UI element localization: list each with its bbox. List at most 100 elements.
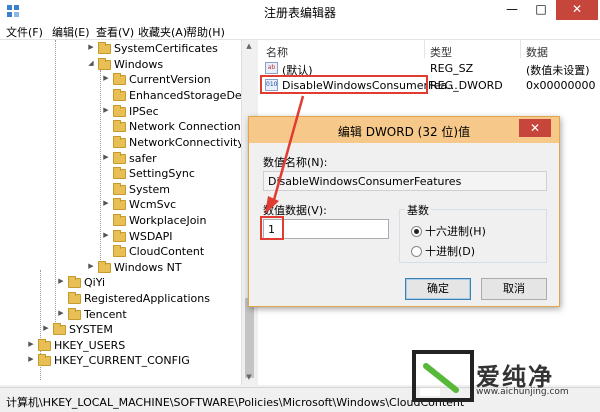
value-name-label: 数值名称(N): bbox=[263, 156, 328, 169]
ok-button[interactable]: 确定 bbox=[405, 278, 471, 300]
expand-arrow-icon[interactable]: ▶ bbox=[101, 106, 111, 114]
status-path: 计算机\HKEY_LOCAL_MACHINE\SOFTWARE\Policies… bbox=[6, 396, 465, 409]
highlight-box bbox=[260, 75, 428, 94]
tree-item-label: Tencent bbox=[84, 308, 127, 321]
string-value-icon: ab bbox=[265, 62, 278, 74]
menu-bar: 文件(F) 编辑(E) 查看(V) 收藏夹(A) 帮助(H) bbox=[0, 22, 600, 40]
column-divider[interactable] bbox=[520, 40, 521, 58]
expand-arrow-icon[interactable]: ▶ bbox=[101, 74, 111, 82]
edit-dword-dialog: 编辑 DWORD (32 位)值 ✕ 数值名称(N): DisableWindo… bbox=[248, 116, 560, 307]
folder-icon bbox=[113, 73, 126, 85]
dialog-title-bar: 编辑 DWORD (32 位)值 ✕ bbox=[249, 117, 559, 143]
tree-guide-line bbox=[55, 40, 56, 330]
tree-item-label: WorkplaceJoin bbox=[129, 214, 207, 227]
expand-arrow-icon[interactable]: ▶ bbox=[41, 324, 51, 332]
folder-icon bbox=[38, 354, 51, 366]
scrollbar-thumb[interactable] bbox=[245, 298, 254, 378]
tree-item-label: Windows bbox=[114, 58, 164, 71]
folder-icon bbox=[113, 105, 126, 117]
folder-icon bbox=[113, 245, 126, 257]
folder-icon bbox=[113, 214, 126, 226]
scroll-up-icon[interactable]: ▲ bbox=[244, 42, 254, 50]
value-type: REG_SZ bbox=[430, 62, 474, 75]
tree-item-label: SettingSync bbox=[129, 167, 195, 180]
value-data: (数值未设置) bbox=[526, 64, 590, 77]
expand-arrow-icon[interactable]: ▶ bbox=[56, 277, 66, 285]
menu-favorites[interactable]: 收藏夹(A) bbox=[138, 24, 187, 40]
column-header-name[interactable]: 名称 bbox=[266, 44, 288, 60]
folder-icon bbox=[38, 339, 51, 351]
tree-item-label: NetworkConnectivityStatu bbox=[129, 136, 255, 149]
column-header-data[interactable]: 数据 bbox=[526, 44, 548, 60]
folder-icon bbox=[113, 167, 126, 179]
tree-item-label: Windows NT bbox=[114, 261, 182, 274]
folder-icon bbox=[113, 152, 126, 164]
tree-item-label: CurrentVersion bbox=[129, 73, 211, 86]
expand-arrow-icon[interactable]: ▶ bbox=[101, 153, 111, 161]
tree-item-label: HKEY_USERS bbox=[54, 339, 126, 352]
folder-icon bbox=[68, 308, 81, 320]
expand-arrow-icon[interactable]: ▶ bbox=[56, 309, 66, 317]
radio-hex[interactable]: 十六进制(H) bbox=[411, 223, 486, 239]
folder-icon bbox=[113, 183, 126, 195]
expand-arrow-icon[interactable]: ▶ bbox=[86, 43, 96, 51]
radio-hex-label: 十六进制(H) bbox=[425, 225, 486, 238]
expand-arrow-icon[interactable]: ▶ bbox=[26, 340, 36, 348]
tree-item-label: EnhancedStorageDevices bbox=[129, 89, 256, 102]
watermark-url: www.aichunjing.com bbox=[476, 387, 569, 397]
expand-arrow-icon[interactable]: ▶ bbox=[26, 355, 36, 363]
value-name-field[interactable]: DisableWindowsConsumerFeatures bbox=[263, 171, 547, 191]
radio-unselected-icon[interactable] bbox=[411, 246, 422, 257]
menu-help[interactable]: 帮助(H) bbox=[186, 24, 225, 40]
column-divider[interactable] bbox=[424, 40, 425, 58]
tree-item-label: HKEY_CURRENT_CONFIG bbox=[54, 354, 190, 367]
folder-icon bbox=[98, 42, 111, 54]
folder-icon bbox=[68, 292, 81, 304]
aichunjing-logo-icon bbox=[412, 350, 474, 402]
tree-item-label: Network Connections bbox=[129, 120, 247, 133]
folder-icon bbox=[113, 230, 126, 242]
cancel-button[interactable]: 取消 bbox=[481, 278, 547, 300]
value-data: 0x00000000 (0) bbox=[526, 79, 600, 92]
minimize-button[interactable]: — bbox=[498, 0, 526, 20]
folder-open-icon bbox=[98, 58, 111, 70]
tree-item-label: RegisteredApplications bbox=[84, 292, 210, 305]
dialog-title: 编辑 DWORD (32 位)值 bbox=[337, 125, 471, 139]
folder-icon bbox=[68, 276, 81, 288]
expand-arrow-icon[interactable]: ▶ bbox=[101, 199, 111, 207]
tree-item-label: IPSec bbox=[129, 105, 159, 118]
registry-tree: ▶ SystemCertificates ◢ Windows ▶ Current… bbox=[0, 40, 256, 385]
expand-arrow-icon[interactable]: ▶ bbox=[101, 231, 111, 239]
maximize-button[interactable]: □ bbox=[527, 0, 555, 20]
close-button[interactable]: ✕ bbox=[556, 0, 598, 20]
value-type: REG_DWORD bbox=[430, 79, 503, 92]
highlight-box bbox=[260, 216, 284, 240]
menu-view[interactable]: 查看(V) bbox=[96, 24, 134, 40]
tree-item-label: SYSTEM bbox=[69, 323, 113, 336]
menu-edit[interactable]: 编辑(E) bbox=[52, 24, 90, 40]
scroll-down-icon[interactable]: ▼ bbox=[244, 373, 254, 381]
tree-item-label: WcmSvc bbox=[129, 198, 177, 211]
tree-item-label: System bbox=[129, 183, 171, 196]
tree-item-label: CloudContent bbox=[129, 245, 205, 258]
radio-selected-icon[interactable] bbox=[411, 226, 422, 237]
folder-icon bbox=[113, 136, 126, 148]
radio-dec-label: 十进制(D) bbox=[425, 245, 476, 258]
radio-decimal[interactable]: 十进制(D) bbox=[411, 243, 475, 259]
folder-icon bbox=[113, 89, 126, 101]
base-label: 基数 bbox=[405, 202, 431, 218]
tree-item-label: WSDAPI bbox=[129, 230, 173, 243]
column-header-type[interactable]: 类型 bbox=[430, 44, 452, 60]
folder-icon bbox=[113, 198, 126, 210]
folder-icon bbox=[98, 261, 111, 273]
dialog-close-button[interactable]: ✕ bbox=[519, 119, 551, 137]
title-bar: 注册表编辑器 — □ ✕ bbox=[0, 0, 600, 22]
collapse-arrow-icon[interactable]: ◢ bbox=[86, 59, 96, 67]
tree-item-label: QiYi bbox=[84, 276, 106, 289]
folder-icon bbox=[53, 323, 66, 335]
tree-item-label: safer bbox=[129, 152, 157, 165]
folder-icon bbox=[113, 120, 126, 132]
tree-item-label: SystemCertificates bbox=[114, 42, 218, 55]
expand-arrow-icon[interactable]: ▶ bbox=[86, 262, 96, 270]
menu-file[interactable]: 文件(F) bbox=[6, 24, 43, 40]
